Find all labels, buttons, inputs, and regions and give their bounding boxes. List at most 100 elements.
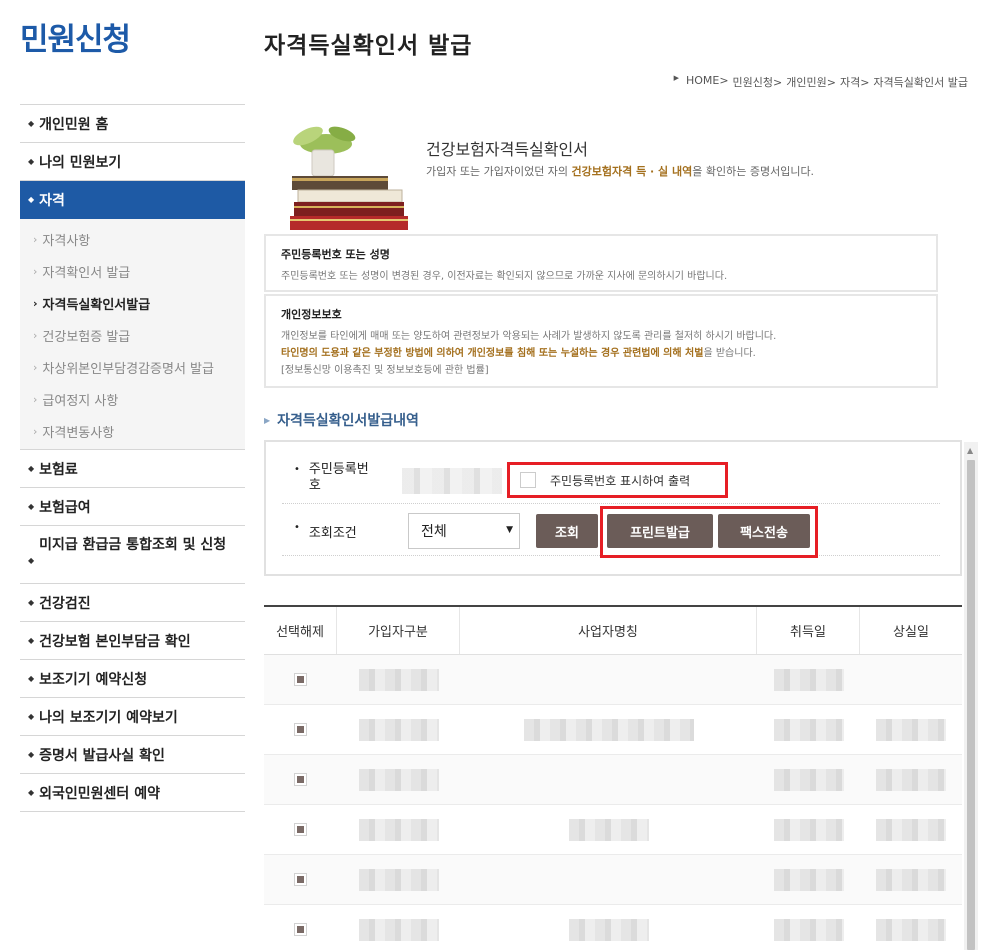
section-title-text: 자격득실확인서발급내역 [277,413,419,429]
submenu-item-reduction-cert[interactable]: › 차상위본인부담경감증명서 발급 [20,351,245,383]
cell-business-name [460,855,757,904]
sidebar-item-premium[interactable]: ◆ 보험료 [20,450,245,488]
column-header-deselect[interactable]: 선택해제 [264,607,337,654]
condition-label: • 조회조건 [294,522,357,541]
books-plant-illustration [290,126,408,230]
sidebar-item-label: 미지급 환급금 통합조회 및 신청 [39,537,227,553]
fax-send-button[interactable]: 팩스전송 [718,514,810,548]
column-header-subscriber-type: 가입자구분 [337,607,460,654]
search-row-condition: • 조회조건 전체 ▼ 조회 프린트발급 팩스전송 [282,506,940,558]
table-row [264,805,962,855]
diamond-icon: ◆ [28,195,35,204]
print-issue-button[interactable]: 프린트발급 [607,514,713,548]
cell-lost-date [860,905,962,950]
notice-warning-text: 타인명의 도용과 같은 부정한 방법에 의하여 개인정보를 침해 또는 누설하는… [281,348,704,359]
masked-value [358,818,439,841]
sidebar-item-my-requests[interactable]: ◆ 나의 민원보기 [20,143,245,181]
row-checkbox[interactable] [294,723,307,736]
breadcrumb-home[interactable]: HOME> [686,74,729,90]
submenu-item-gain-loss-cert[interactable]: › 자격득실확인서발급 [20,287,245,319]
cell-business-name [460,805,757,854]
cell-select [264,905,337,950]
notice-text: 주민등록번호 또는 성명이 변경된 경우, 이전자료는 확인되지 않으므로 가까… [281,271,728,282]
masked-value [358,768,439,791]
search-button[interactable]: 조회 [536,514,598,548]
sidebar-item-label: 개인민원 홈 [39,116,109,133]
sidebar-item-copay-check[interactable]: ◆ 건강보험 본인부담금 확인 [20,622,245,660]
cell-subscriber-type [337,755,460,804]
masked-value [876,718,946,741]
sidebar-item-benefits[interactable]: ◆ 보험급여 [20,488,245,526]
intro-description: 가입자 또는 가입자이었던 자의 건강보험자격 득 · 실 내역을 확인하는 증… [426,163,814,179]
masked-value [876,868,946,891]
submenu-item-qualification-cert[interactable]: › 자격확인서 발급 [20,255,245,287]
diamond-icon: ◆ [28,598,35,607]
masked-value [358,668,439,691]
sidebar-item-qualification[interactable]: ◆ 자격 [20,181,245,219]
history-table: 선택해제 가입자구분 사업자명칭 취득일 상실일 [264,605,962,950]
breadcrumb-item[interactable]: 민원신청> [733,74,783,90]
table-row [264,705,962,755]
cell-subscriber-type [337,905,460,950]
column-header-business-name: 사업자명칭 [460,607,757,654]
row-checkbox[interactable] [294,823,307,836]
cell-select [264,755,337,804]
sidebar-item-personal-home[interactable]: ◆ 개인민원 홈 [20,105,245,143]
breadcrumb-item[interactable]: 자격> [840,74,869,90]
cell-lost-date [860,855,962,904]
chevron-right-icon: › [33,360,38,374]
condition-label-text: 조회조건 [308,526,357,541]
breadcrumb-current: 자격득실확인서 발급 [873,76,968,89]
scrollbar[interactable]: ▲ [964,442,978,950]
sidebar-item-label: 건강검진 [39,595,91,612]
notice-warning-tail: 을 받습니다. [703,348,756,359]
cell-acquired-date [757,805,860,854]
brand-title: 민원신청 [20,22,131,58]
sidebar-item-assistive-booking[interactable]: ◆ 보조기기 예약신청 [20,660,245,698]
row-checkbox[interactable] [294,873,307,886]
cell-acquired-date [757,855,860,904]
cell-select [264,655,337,704]
condition-select[interactable]: 전체 ▼ [408,513,520,549]
chevron-right-icon: › [33,264,38,278]
table-row [264,855,962,905]
masked-value [876,818,946,841]
masked-value [876,918,946,941]
submenu-item-label: 차상위본인부담경감증명서 발급 [42,361,214,377]
sidebar-item-cert-issuance-check[interactable]: ◆ 증명서 발급사실 확인 [20,736,245,774]
row-checkbox[interactable] [294,923,307,936]
scrollbar-thumb[interactable] [967,460,975,950]
masked-value [773,918,844,941]
submenu-item-label: 자격사항 [42,233,91,249]
sidebar-item-unpaid-refund[interactable]: ◆ 미지급 환급금 통합조회 및 신청 [20,526,245,584]
cell-business-name [460,755,757,804]
sidebar-item-foreigner-center[interactable]: ◆ 외국인민원센터 예약 [20,774,245,812]
sidebar-item-health-checkup[interactable]: ◆ 건강검진 [20,584,245,622]
sidebar-nav: ◆ 개인민원 홈 ◆ 나의 민원보기 ◆ 자격 › 자격사항 › 자격확인서 발급 › 자격… [20,104,245,812]
diamond-icon: ◆ [28,712,35,721]
masked-value [773,718,844,741]
submenu-item-insurance-card[interactable]: › 건강보험증 발급 [20,319,245,351]
breadcrumb-item[interactable]: 개인민원> [786,74,836,90]
table-header: 선택해제 가입자구분 사업자명칭 취득일 상실일 [264,605,962,655]
submenu-item-label: 자격변동사항 [42,425,115,441]
row-checkbox[interactable] [294,773,307,786]
show-rrn-checkbox[interactable] [520,472,536,488]
submenu-item-label: 자격확인서 발급 [42,265,131,281]
chevron-right-icon: › [33,424,38,438]
cell-business-name [460,905,757,950]
sidebar-item-my-assistive-booking[interactable]: ◆ 나의 보조기기 예약보기 [20,698,245,736]
show-rrn-option[interactable]: 주민등록번호 표시하여 출력 [507,462,728,498]
row-checkbox[interactable] [294,673,307,686]
cell-lost-date [860,805,962,854]
sidebar-item-label: 건강보험 본인부담금 확인 [39,633,191,650]
submenu-item-qualification-details[interactable]: › 자격사항 [20,223,245,255]
submenu-item-benefit-suspension[interactable]: › 급여정지 사항 [20,383,245,415]
sidebar-item-label: 보험료 [39,461,78,478]
breadcrumb: ▶ HOME> 민원신청> 개인민원> 자격> 자격득실확인서 발급 [674,74,968,90]
condition-select-value: 전체 [421,524,447,540]
search-row-rrn: • 주민등록번호 주민등록번호 표시하여 출력 [282,460,940,504]
submenu-item-qualification-changes[interactable]: › 자격변동사항 [20,415,245,447]
submenu-item-label: 건강보험증 발급 [42,329,131,345]
scroll-up-icon[interactable]: ▲ [967,446,973,455]
